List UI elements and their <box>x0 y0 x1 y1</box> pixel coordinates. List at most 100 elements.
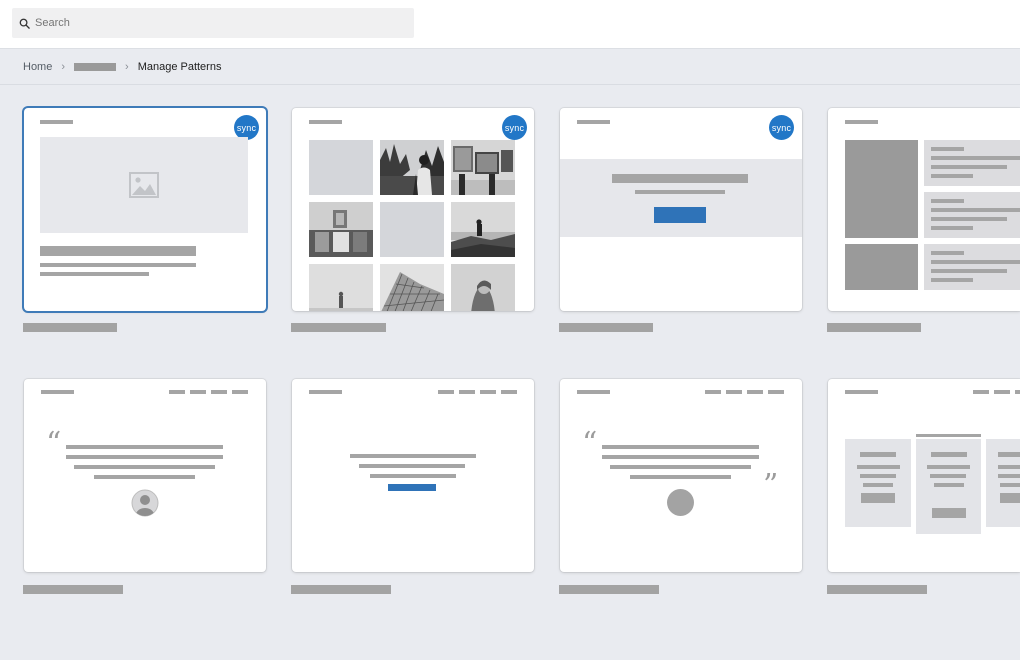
pricing-line <box>930 474 966 478</box>
photo-person-coast <box>451 202 515 257</box>
gallery-image <box>451 140 515 195</box>
quote-line <box>602 455 759 459</box>
image-placeholder-icon <box>129 172 159 198</box>
pricing-line <box>934 483 964 487</box>
feature-line <box>931 251 964 255</box>
preview-logo-bar <box>577 390 610 394</box>
feature-line <box>931 278 973 282</box>
preview-nav-item <box>480 390 496 394</box>
pricing-line <box>860 474 896 478</box>
gallery-image <box>380 202 444 257</box>
feature-line <box>931 165 1007 169</box>
sync-badge-label: sync <box>236 122 257 133</box>
feature-image <box>845 140 918 238</box>
feature-line <box>931 208 1020 212</box>
pricing-line <box>860 452 896 457</box>
pattern-card-centered-text-link[interactable] <box>292 379 534 572</box>
quote-open-mark: “ <box>582 426 598 461</box>
gallery-image <box>380 264 444 311</box>
preview-title-bar <box>577 120 610 124</box>
cta-button <box>654 207 706 223</box>
gallery-image <box>451 202 515 257</box>
pricing-line <box>931 452 967 457</box>
search-box[interactable] <box>12 8 414 38</box>
avatar-icon <box>131 489 159 517</box>
preview-logo-bar <box>845 390 878 394</box>
pattern-card-quote-with-marks[interactable]: “ ” <box>560 379 802 572</box>
photo-person-fog <box>309 264 373 311</box>
pattern-caption[interactable] <box>23 323 117 332</box>
cta-band <box>560 159 802 237</box>
quote-line <box>66 455 223 459</box>
preview-title-bar <box>40 120 73 124</box>
sync-badge: sync <box>502 115 527 140</box>
pattern-card-pricing-table[interactable] <box>828 379 1020 572</box>
chevron-right-icon: › <box>61 61 66 73</box>
gallery-image <box>451 264 515 311</box>
breadcrumb-redacted-item[interactable] <box>74 63 117 71</box>
photo-shelves <box>309 202 373 257</box>
text-line <box>370 474 456 478</box>
gallery-image <box>309 264 373 311</box>
sync-badge-label: sync <box>504 122 525 133</box>
image-placeholder <box>40 137 248 233</box>
photo-art-frames <box>451 140 515 195</box>
gallery-image <box>309 140 373 195</box>
preview-nav-item <box>232 390 248 394</box>
cta-subtext <box>635 190 725 194</box>
preview-nav-item <box>726 390 742 394</box>
preview-title-bar <box>309 120 342 124</box>
sync-badge-label: sync <box>771 122 792 133</box>
pattern-caption[interactable] <box>23 585 123 594</box>
feature-line <box>931 226 973 230</box>
preview-nav-item <box>211 390 227 394</box>
pattern-caption[interactable] <box>291 323 386 332</box>
preview-logo-bar <box>41 390 74 394</box>
breadcrumb-current: Manage Patterns <box>137 61 222 73</box>
chevron-right-icon: › <box>125 61 129 73</box>
feature-line <box>931 260 1020 264</box>
preview-text-line <box>40 272 149 276</box>
gallery-image <box>380 140 444 195</box>
preview-nav-item <box>459 390 475 394</box>
feature-line <box>931 147 964 151</box>
breadcrumb-home[interactable]: Home <box>23 61 52 73</box>
pricing-line <box>998 452 1020 457</box>
pattern-card-call-to-action[interactable]: sync <box>560 108 802 311</box>
preview-nav-item <box>994 390 1010 394</box>
pattern-card-testimonial-avatar[interactable]: “ <box>24 379 266 572</box>
quote-line <box>66 445 223 449</box>
photo-person-forest <box>380 140 444 195</box>
breadcrumb: Home › › Manage Patterns <box>0 50 1020 85</box>
preview-nav-item <box>169 390 185 394</box>
pattern-card-gallery[interactable]: sync <box>292 108 534 311</box>
feature-line <box>931 217 1007 221</box>
pattern-card-media-text[interactable]: sync <box>24 108 266 311</box>
preview-text-line <box>40 263 196 267</box>
photo-architecture <box>380 264 444 311</box>
pattern-card-features-list[interactable] <box>828 108 1020 311</box>
feature-line <box>931 156 1020 160</box>
quote-close-mark: ” <box>763 468 779 503</box>
search-input[interactable] <box>35 17 395 29</box>
preview-title-bar <box>845 120 878 124</box>
preview-nav-item <box>438 390 454 394</box>
quote-line <box>610 465 751 469</box>
pattern-caption[interactable] <box>827 585 927 594</box>
preview-nav-item <box>705 390 721 394</box>
quote-open-mark: “ <box>46 426 62 461</box>
pattern-caption[interactable] <box>559 323 653 332</box>
pattern-caption[interactable] <box>559 585 659 594</box>
preview-nav-item <box>768 390 784 394</box>
feature-line <box>931 174 973 178</box>
pattern-caption[interactable] <box>827 323 921 332</box>
sync-badge: sync <box>769 115 794 140</box>
pricing-button <box>932 508 966 518</box>
quote-line <box>74 465 215 469</box>
pricing-highlight-bar <box>916 434 981 437</box>
text-line <box>350 454 476 458</box>
pattern-caption[interactable] <box>291 585 391 594</box>
feature-line <box>931 199 964 203</box>
link-button <box>388 484 436 491</box>
quote-line <box>602 445 759 449</box>
